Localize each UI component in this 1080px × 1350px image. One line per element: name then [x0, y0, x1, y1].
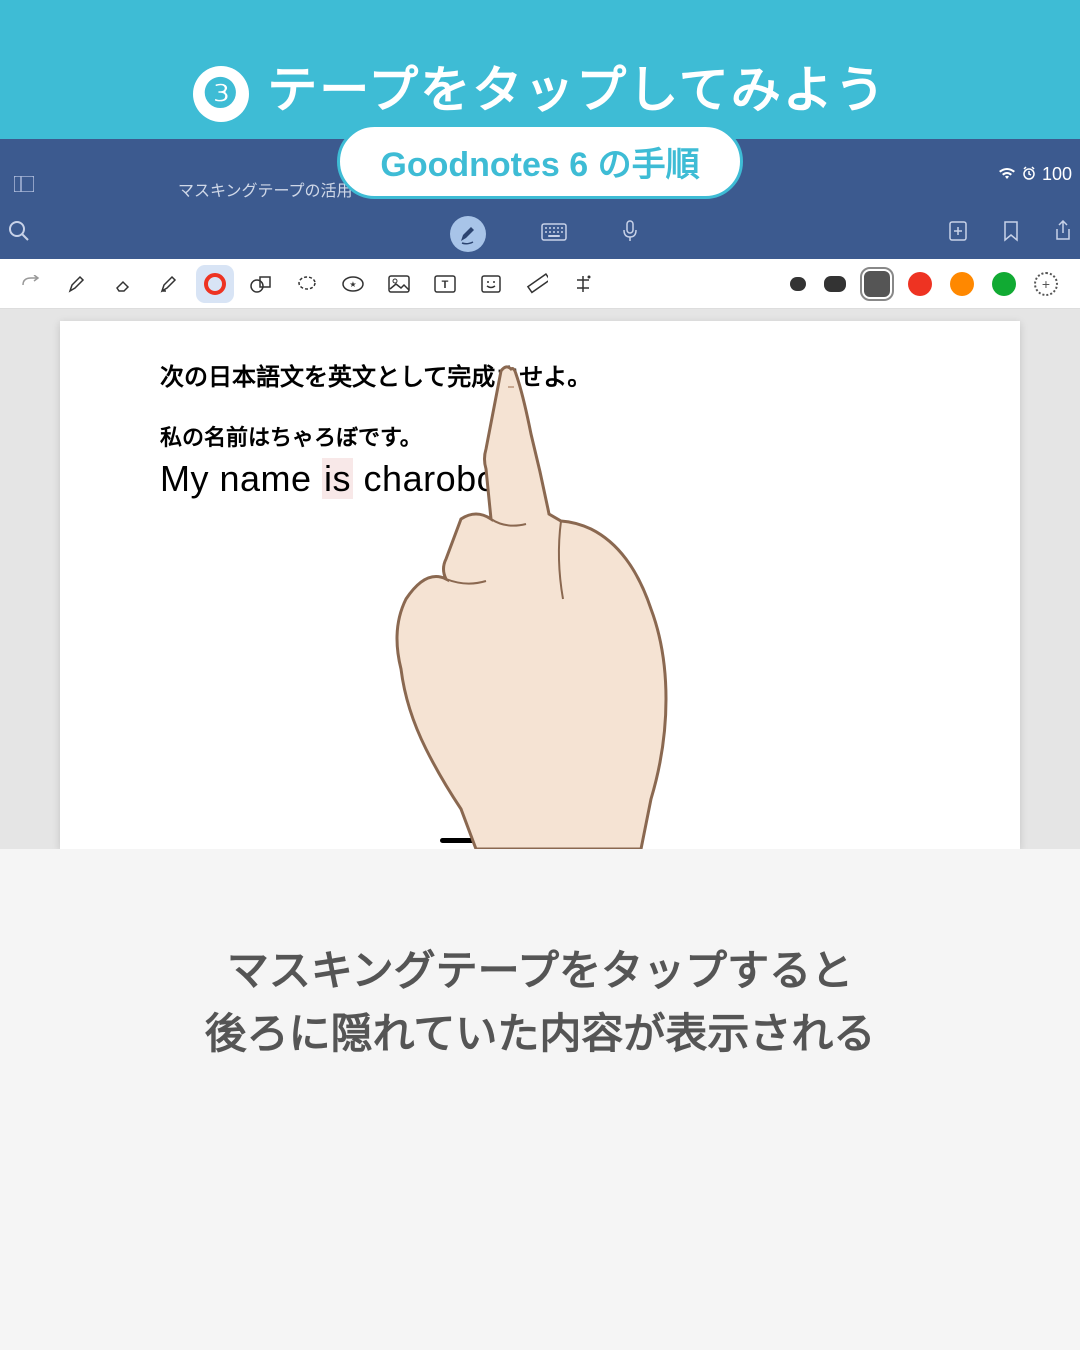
app-screenshot: 100 マスキングテープの活用 ⌄ ×: [0, 139, 1080, 849]
keyboard-icon[interactable]: [541, 221, 567, 247]
pen-mode-button[interactable]: [450, 216, 486, 252]
color-gray-selected[interactable]: [864, 271, 890, 297]
caption-line1: マスキングテープをタップすると: [40, 939, 1040, 1002]
ruler-tool-icon[interactable]: [518, 265, 556, 303]
color-green[interactable]: [992, 272, 1016, 296]
sticker-tool-icon[interactable]: [472, 265, 510, 303]
primary-toolbar: [0, 209, 1080, 259]
search-icon[interactable]: [8, 220, 30, 248]
color-add-button[interactable]: +: [1034, 272, 1058, 296]
color-orange[interactable]: [950, 272, 974, 296]
lasso-tool-icon[interactable]: [288, 265, 326, 303]
step-title: テープをタップしてみよう: [267, 62, 887, 118]
canvas-area[interactable]: 次の日本語文を英文として完成させよ。 私の名前はちゃろぼです。 My name …: [0, 309, 1080, 849]
microphone-icon[interactable]: [622, 220, 638, 248]
eraser-tool-icon[interactable]: [104, 265, 142, 303]
pen-tool-icon[interactable]: [58, 265, 96, 303]
ai-tool-icon[interactable]: [564, 265, 602, 303]
add-page-icon[interactable]: [948, 220, 968, 248]
tape-tool-icon: [204, 273, 226, 295]
color-red[interactable]: [908, 272, 932, 296]
svg-text:★: ★: [349, 280, 356, 289]
caption-line2: 後ろに隠れていた内容が表示される: [40, 1002, 1040, 1065]
text-tool-icon[interactable]: T: [426, 265, 464, 303]
caption: マスキングテープをタップすると 後ろに隠れていた内容が表示される: [0, 849, 1080, 1105]
share-icon[interactable]: [1054, 220, 1072, 248]
highlighter-tool-icon[interactable]: [150, 265, 188, 303]
color-section: +: [790, 271, 1068, 297]
redo-icon[interactable]: [12, 265, 50, 303]
image-tool-icon[interactable]: [380, 265, 418, 303]
tape-tool-button[interactable]: [196, 265, 234, 303]
shape-tool-icon[interactable]: [242, 265, 280, 303]
svg-text:T: T: [442, 279, 449, 291]
bookmark-icon[interactable]: [1003, 220, 1019, 248]
tool-toolbar: ★ T +: [0, 259, 1080, 309]
comment-tool-icon[interactable]: ★: [334, 265, 372, 303]
stroke-thin[interactable]: [790, 277, 806, 291]
pointing-hand-illustration: [331, 359, 711, 849]
badge-wrapper: Goodnotes 6 の手順: [0, 152, 1080, 199]
step-number-badge: ❸: [193, 66, 249, 122]
procedure-badge: Goodnotes 6 の手順: [337, 124, 742, 199]
stroke-medium[interactable]: [824, 276, 846, 292]
